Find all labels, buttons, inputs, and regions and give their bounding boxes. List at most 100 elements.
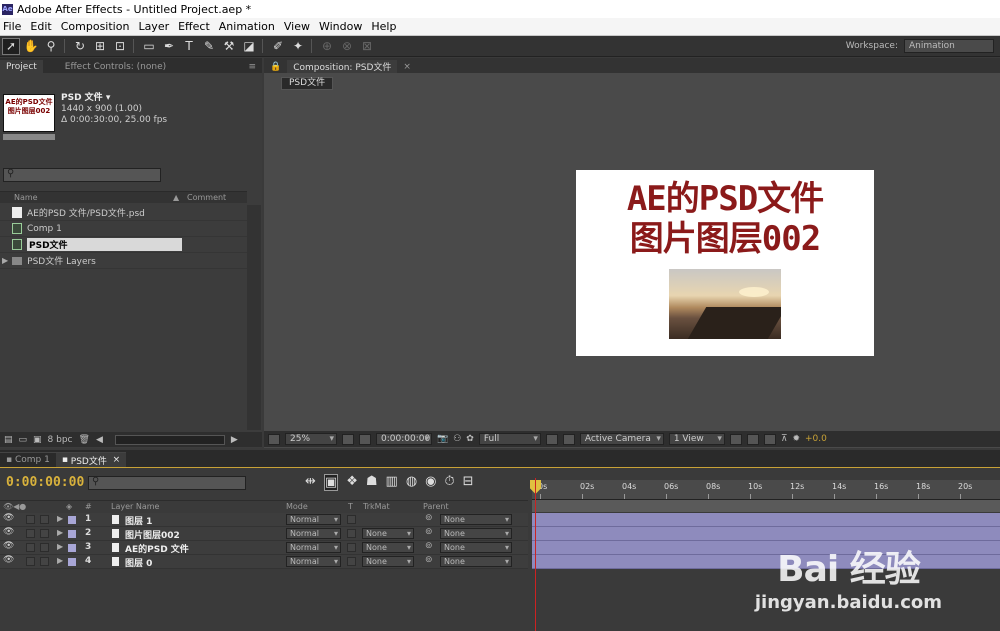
menu-help[interactable]: Help (368, 20, 402, 33)
lock-switch[interactable] (40, 543, 49, 552)
layer-row[interactable]: 👁 ▶ 4 图层 0 Normal None ⊚ None (0, 555, 528, 569)
timeline-timecode[interactable]: 0:00:00:00 (6, 475, 84, 490)
flowchart-icon[interactable]: ⊼ (781, 434, 788, 444)
label-header-icon[interactable]: ◈ (66, 502, 72, 511)
horizontal-scrollbar[interactable] (114, 434, 225, 445)
draft-3d-icon[interactable]: ❖ (346, 474, 358, 491)
preserve-transparency-switch[interactable] (347, 543, 356, 552)
region-of-interest-icon[interactable] (545, 433, 558, 445)
pen-tool-icon[interactable]: ✒ (160, 38, 178, 55)
fast-previews-icon[interactable] (746, 433, 759, 445)
layer-row[interactable]: 👁 ▶ 2 图片图层002 Normal None ⊚ None (0, 527, 528, 541)
interpret-footage-icon[interactable]: ▤ (4, 435, 13, 445)
axis-world-icon[interactable]: ⊗ (338, 38, 356, 55)
lock-switch[interactable] (40, 529, 49, 538)
menu-layer[interactable]: Layer (135, 20, 175, 33)
solo-switch[interactable] (26, 557, 35, 566)
close-icon[interactable]: × (397, 60, 417, 73)
lock-switch[interactable] (40, 515, 49, 524)
menu-animation[interactable]: Animation (216, 20, 281, 33)
layer-name[interactable]: 图层 1 (125, 514, 152, 527)
shy-layers-icon[interactable]: ☗ (366, 474, 378, 491)
puppet-pin-tool-icon[interactable]: ✦ (289, 38, 307, 55)
axis-view-icon[interactable]: ⊠ (358, 38, 376, 55)
toggle-pixel-aspect-icon[interactable] (729, 433, 742, 445)
composition-mini-flowchart-icon[interactable]: ⇹ (305, 474, 316, 491)
frame-blending-icon[interactable]: ▥ (386, 474, 398, 491)
pickwhip-icon[interactable]: ⊚ (425, 541, 433, 551)
parent-dropdown[interactable]: None (440, 556, 512, 567)
work-area-bar[interactable] (532, 500, 1000, 512)
layer-name[interactable]: 图片图层002 (125, 528, 180, 541)
graph-editor-icon[interactable]: ⊟ (463, 474, 474, 491)
blend-mode-dropdown[interactable]: Normal (286, 528, 341, 539)
col-trkmat[interactable]: TrkMat (363, 502, 390, 511)
layer-row[interactable]: 👁 ▶ 1 图层 1 Normal ⊚ None (0, 513, 528, 527)
lock-icon[interactable]: 🔒 (264, 60, 287, 73)
camera-orbit-tool-icon[interactable]: ⊞ (91, 38, 109, 55)
label-color-swatch[interactable] (68, 544, 76, 552)
channels-icon[interactable]: ✿ (466, 434, 474, 444)
visibility-eye-icon[interactable]: 👁 (3, 555, 14, 565)
parent-dropdown[interactable]: None (440, 514, 512, 525)
layer-bar[interactable] (532, 513, 1000, 527)
project-search-input[interactable]: ⚲ (3, 168, 161, 182)
visibility-eye-icon[interactable]: 👁 (3, 541, 14, 551)
label-color-swatch[interactable] (68, 530, 76, 538)
menu-view[interactable]: View (281, 20, 316, 33)
trash-icon[interactable]: 🗑 (79, 435, 90, 445)
new-folder-icon[interactable]: ▭ (19, 435, 28, 445)
exposure-value[interactable]: +0.0 (805, 434, 827, 444)
parent-dropdown[interactable]: None (440, 528, 512, 539)
preserve-transparency-switch[interactable] (347, 557, 356, 566)
workspace-dropdown[interactable]: Animation (904, 39, 994, 53)
timeline-icon[interactable] (763, 433, 776, 445)
parent-dropdown[interactable]: None (440, 542, 512, 553)
preserve-transparency-switch[interactable] (347, 529, 356, 538)
pickwhip-icon[interactable]: ⊚ (425, 555, 433, 565)
label-color-swatch[interactable] (68, 516, 76, 524)
sort-arrow-icon[interactable]: ▲ (173, 193, 179, 202)
transparency-grid-icon[interactable] (562, 433, 575, 445)
expand-arrow-icon[interactable]: ▶ (57, 556, 63, 565)
col-comment[interactable]: Comment (187, 193, 226, 202)
layer-row[interactable]: 👁 ▶ 3 AE的PSD 文件 Normal None ⊚ None (0, 541, 528, 555)
blend-mode-dropdown[interactable]: Normal (286, 514, 341, 525)
motion-blur-icon[interactable]: ◍ (406, 474, 417, 491)
camera-dropdown[interactable]: Active Camera (579, 433, 664, 445)
safe-zones-icon[interactable] (342, 433, 354, 445)
solo-switch[interactable] (26, 543, 35, 552)
col-num[interactable]: # (85, 502, 92, 511)
color-depth[interactable]: 8 bpc (48, 435, 73, 445)
tab-effect-controls[interactable]: Effect Controls: (none) (59, 60, 172, 73)
tab-composition[interactable]: Composition: PSD文件 (287, 60, 398, 73)
auto-keyframe-icon[interactable]: ⏱ (445, 474, 455, 491)
menu-file[interactable]: File (0, 20, 27, 33)
menu-composition[interactable]: Composition (58, 20, 136, 33)
zoom-tool-icon[interactable]: ⚲ (42, 38, 60, 55)
composition-canvas[interactable]: AE的PSD文件 图片图层002 (576, 170, 874, 356)
snapshot-icon[interactable]: 📷 (437, 434, 448, 444)
track-matte-dropdown[interactable]: None (362, 528, 414, 539)
layer-bar[interactable] (532, 527, 1000, 541)
track-matte-dropdown[interactable]: None (362, 542, 414, 553)
scroll-left-icon[interactable]: ◀ (96, 435, 103, 445)
mask-visibility-icon[interactable] (359, 433, 371, 445)
rectangle-mask-tool-icon[interactable]: ▭ (140, 38, 158, 55)
expand-arrow-icon[interactable]: ▶ (57, 542, 63, 551)
project-scrollbar[interactable] (247, 205, 261, 430)
exposure-icon[interactable]: ✹ (792, 434, 800, 444)
current-time-field[interactable]: 0:00:00:00 (376, 433, 432, 445)
timeline-search-input[interactable]: ⚲ (88, 476, 246, 490)
menu-effect[interactable]: Effect (175, 20, 216, 33)
expand-arrow-icon[interactable]: ▶ (57, 528, 63, 537)
view-layout-dropdown[interactable]: 1 View (668, 433, 725, 445)
scroll-right-icon[interactable]: ▶ (231, 435, 238, 445)
track-matte-dropdown[interactable]: None (362, 556, 414, 567)
expand-arrow-icon[interactable]: ▶ (57, 514, 63, 523)
selection-tool-icon[interactable]: ➚ (2, 37, 20, 55)
text-tool-icon[interactable]: T (180, 38, 198, 55)
col-layer-name[interactable]: Layer Name (111, 502, 159, 511)
visibility-eye-icon[interactable]: 👁 (3, 513, 14, 523)
axis-local-icon[interactable]: ⊕ (318, 38, 336, 55)
